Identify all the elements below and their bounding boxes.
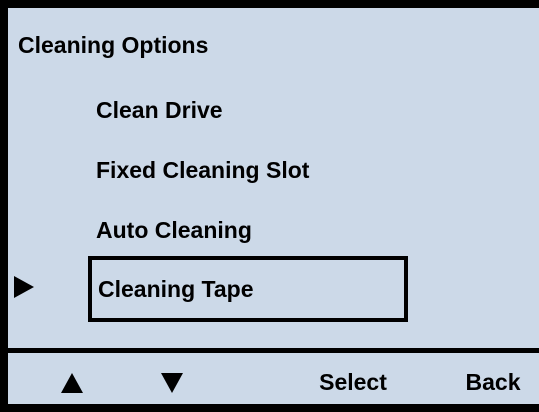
selection-cursor-icon bbox=[14, 276, 34, 298]
up-button[interactable] bbox=[52, 353, 92, 412]
menu-item-auto-cleaning[interactable]: Auto Cleaning bbox=[96, 215, 252, 245]
lcd-screen: Cleaning Options Clean Drive Fixed Clean… bbox=[0, 0, 539, 412]
soft-key-bar: Select Back bbox=[8, 348, 539, 404]
menu-item-fixed-cleaning-slot[interactable]: Fixed Cleaning Slot bbox=[96, 155, 309, 185]
menu-item-clean-drive[interactable]: Clean Drive bbox=[96, 95, 223, 125]
menu-item-cleaning-tape-selected[interactable]: Cleaning Tape bbox=[88, 256, 408, 322]
back-button[interactable]: Back bbox=[448, 353, 538, 412]
select-button[interactable]: Select bbox=[298, 353, 408, 412]
down-arrow-icon bbox=[161, 372, 183, 393]
up-arrow-icon bbox=[61, 372, 83, 393]
down-button[interactable] bbox=[152, 353, 192, 412]
menu-item-label: Cleaning Tape bbox=[98, 276, 254, 302]
menu-title: Cleaning Options bbox=[18, 32, 209, 58]
